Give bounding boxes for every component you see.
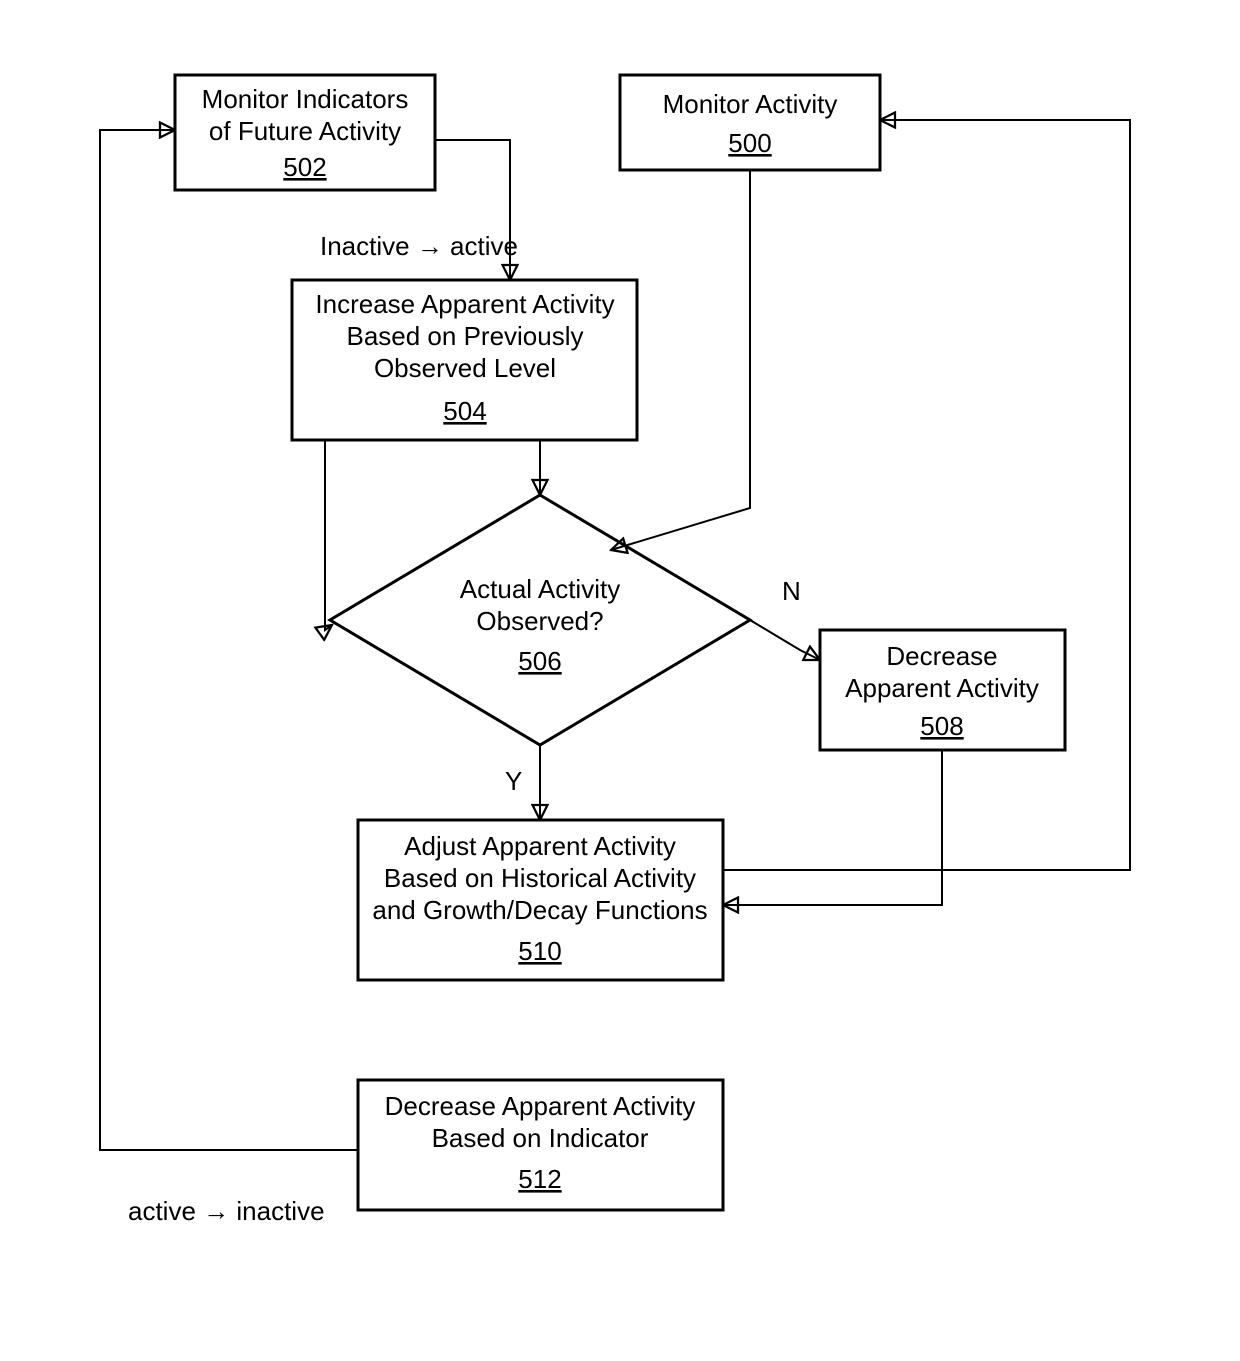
node-adjust-apparent-activity: Adjust Apparent Activity Based on Histor… bbox=[358, 820, 723, 980]
node-decrease-apparent-activity: Decrease Apparent Activity 508 bbox=[820, 630, 1065, 750]
node-text: of Future Activity bbox=[209, 116, 401, 146]
node-text: Based on Indicator bbox=[432, 1123, 649, 1153]
node-text: Monitor Activity bbox=[663, 89, 838, 119]
edge-label: N bbox=[782, 576, 801, 606]
node-ref: 502 bbox=[283, 152, 326, 182]
edge-506-yes-to-510: Y bbox=[505, 745, 540, 820]
node-monitor-indicators: Monitor Indicators of Future Activity 50… bbox=[175, 75, 435, 190]
node-text: Observed Level bbox=[374, 353, 556, 383]
node-text: Based on Historical Activity bbox=[384, 863, 696, 893]
node-ref: 508 bbox=[920, 711, 963, 741]
node-text: Increase Apparent Activity bbox=[315, 289, 614, 319]
node-increase-apparent-activity: Increase Apparent Activity Based on Prev… bbox=[292, 280, 637, 440]
node-monitor-activity: Monitor Activity 500 bbox=[620, 75, 880, 170]
node-ref: 512 bbox=[518, 1164, 561, 1194]
node-ref: 500 bbox=[728, 128, 771, 158]
edge-508-to-510 bbox=[723, 750, 942, 905]
node-ref: 506 bbox=[518, 646, 561, 676]
node-text: Decrease Apparent Activity bbox=[385, 1091, 696, 1121]
node-text: Adjust Apparent Activity bbox=[404, 831, 676, 861]
flowchart: Monitor Indicators of Future Activity 50… bbox=[0, 0, 1240, 1361]
edge-label: Inactive → active bbox=[320, 231, 518, 261]
edge-label: active → inactive bbox=[128, 1196, 325, 1226]
node-text: Monitor Indicators bbox=[202, 84, 409, 114]
edge-label: Y bbox=[505, 766, 522, 796]
edge-510-to-500 bbox=[723, 120, 1130, 870]
node-text: and Growth/Decay Functions bbox=[372, 895, 707, 925]
node-text: Actual Activity bbox=[460, 574, 620, 604]
node-text: Observed? bbox=[476, 606, 603, 636]
node-ref: 504 bbox=[443, 396, 486, 426]
node-text: Apparent Activity bbox=[845, 673, 1039, 703]
node-text: Based on Previously bbox=[346, 321, 583, 351]
edge-504-loop-to-506 bbox=[325, 440, 332, 630]
node-actual-activity-observed: Actual Activity Observed? 506 bbox=[330, 495, 750, 745]
node-text: Decrease bbox=[886, 641, 997, 671]
node-decrease-based-on-indicator: Decrease Apparent Activity Based on Indi… bbox=[358, 1080, 723, 1210]
edge-506-no-to-508: N bbox=[740, 576, 820, 660]
node-ref: 510 bbox=[518, 936, 561, 966]
